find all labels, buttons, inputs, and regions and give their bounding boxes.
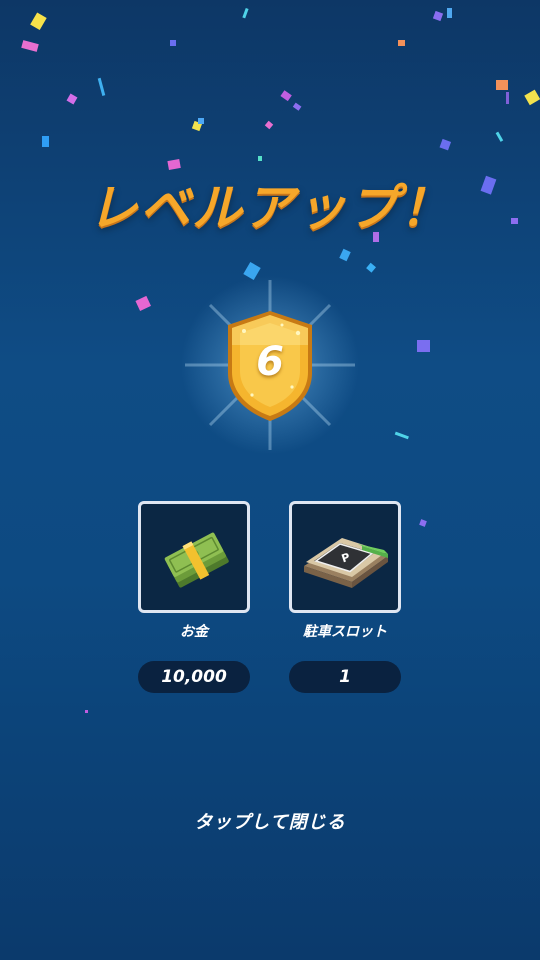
parking-slot-icon: P xyxy=(304,538,388,588)
reward-value-money: 10,000 xyxy=(138,661,250,693)
level-badge: 6 xyxy=(180,275,360,455)
reward-parking-slot: P 駐車スロット 1 xyxy=(289,501,401,693)
reward-box-money xyxy=(138,501,250,613)
money-stack-icon xyxy=(164,532,229,588)
reward-label-parking: 駐車スロット xyxy=(303,624,387,640)
reward-value-parking: 1 xyxy=(289,661,401,693)
tap-to-close-hint[interactable]: タップして閉じる xyxy=(0,808,540,834)
reward-box-parking: P xyxy=(289,501,401,613)
level-up-title: レベルアップ！ xyxy=(88,179,452,237)
reward-label-money: お金 xyxy=(180,624,208,640)
level-number: 6 xyxy=(256,339,284,385)
reward-money: お金 10,000 xyxy=(138,501,250,693)
